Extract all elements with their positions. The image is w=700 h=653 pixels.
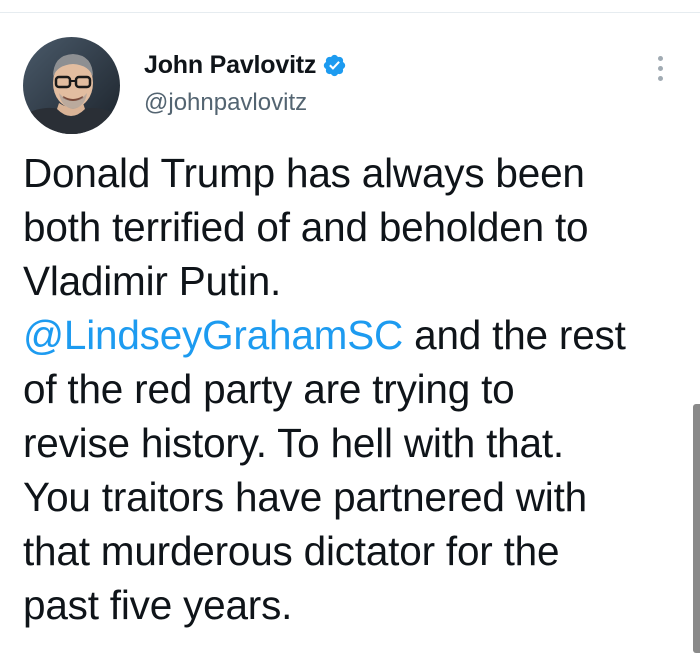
tweet-line: past five years. — [23, 582, 293, 628]
avatar[interactable] — [23, 37, 120, 134]
scrollbar-thumb[interactable] — [693, 404, 700, 653]
tweet-line: both terrified of and beholden to — [23, 204, 589, 250]
tweet-line: You traitors have partnered with — [23, 474, 587, 520]
tweet-author: John Pavlovitz @johnpavlovitz — [144, 48, 347, 117]
more-dot — [657, 75, 663, 81]
more-options-icon[interactable] — [648, 51, 672, 85]
author-handle[interactable]: @johnpavlovitz — [144, 89, 347, 117]
more-dot — [657, 55, 663, 61]
tweet-line-rest: and the rest — [403, 312, 626, 358]
tweet-line: that murderous dictator for the — [23, 528, 560, 574]
author-name-row: John Pavlovitz — [144, 48, 347, 82]
avatar-photo — [23, 37, 120, 134]
more-dot — [657, 65, 663, 71]
mention-link[interactable]: @LindseyGrahamSC — [23, 312, 403, 358]
tweet-line: Vladimir Putin. — [23, 258, 282, 304]
tweet-card[interactable]: John Pavlovitz @johnpavlovitz Donald Tru… — [0, 13, 700, 653]
tweet-text: Donald Trump has always been both terrif… — [23, 146, 683, 632]
verified-badge-icon — [322, 53, 347, 78]
tweet-line: Donald Trump has always been — [23, 150, 585, 196]
tweet-line: of the red party are trying to — [23, 366, 515, 412]
author-display-name[interactable]: John Pavlovitz — [144, 51, 316, 80]
tweet-line: @LindseyGrahamSC and the rest — [23, 308, 683, 362]
tweet-line: revise history. To hell with that. — [23, 420, 564, 466]
